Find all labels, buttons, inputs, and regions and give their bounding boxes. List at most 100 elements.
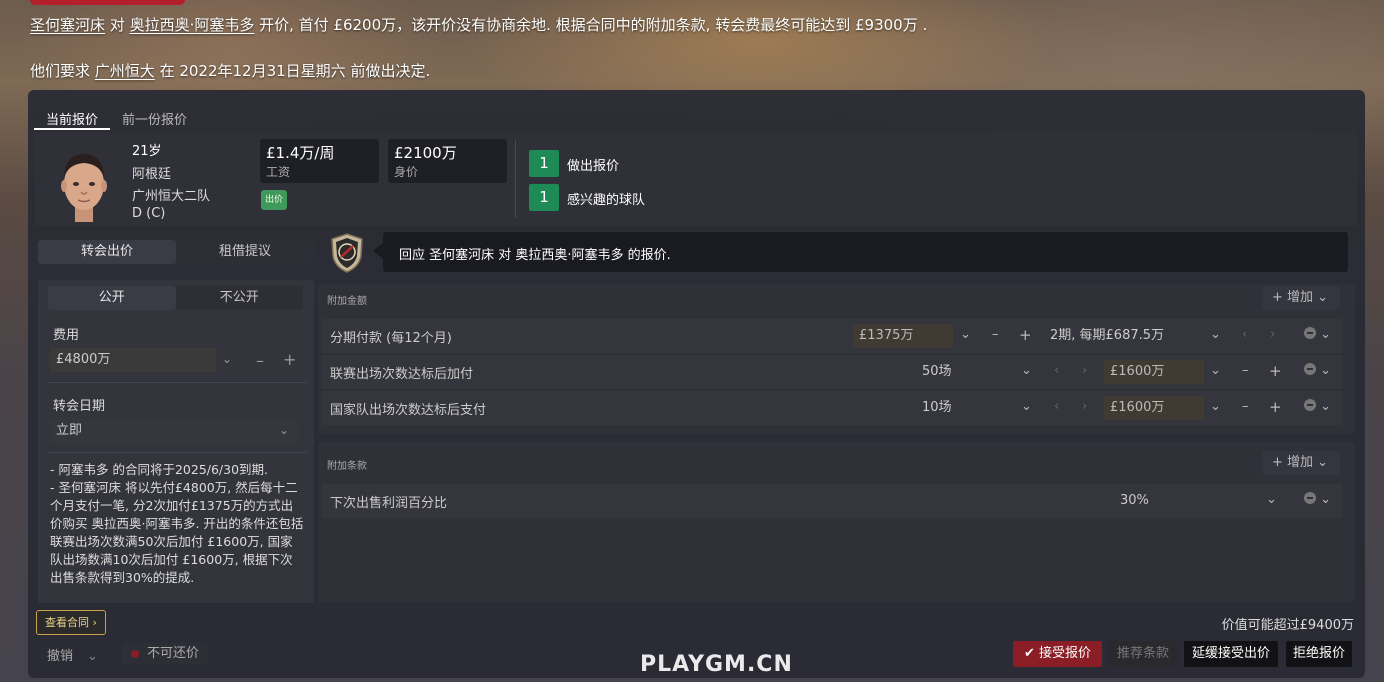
offer-headline: 圣何塞河床 对 奥拉西奥·阿塞韦多 开价, 首付 £6200万，该开价没有协商余… — [30, 14, 927, 35]
plus-icon: + — [1272, 290, 1288, 305]
summary-line-terms: - 圣何塞河床 将以先付£4800万, 然后每十二个月支付一笔, 分2次加付£1… — [50, 480, 304, 585]
market-value-label: 身价 — [394, 165, 419, 179]
schedule-chevron-icon[interactable]: ⌄ — [1210, 327, 1221, 342]
transfer-offer-option[interactable]: 转会出价 — [38, 240, 176, 264]
remove-installment-icon[interactable]: ⌄ — [1304, 327, 1331, 342]
league-amount-chevron-icon[interactable]: ⌄ — [1210, 363, 1221, 378]
intl-amount-minus-icon[interactable]: – — [1242, 399, 1249, 414]
undo-dropdown[interactable]: 撤销 ⌄ — [47, 645, 98, 664]
league-apps-prev-icon[interactable]: ‹ — [1054, 363, 1059, 378]
tab-current-offer[interactable]: 当前报价 — [34, 106, 111, 130]
add-fee-button[interactable]: + 增加 ⌄ — [1262, 286, 1340, 310]
intl-amount-plus-icon[interactable]: + — [1269, 398, 1282, 416]
league-apps-amount-input[interactable]: £1600万 — [1104, 360, 1204, 384]
installment-plus-icon[interactable]: + — [1019, 326, 1032, 344]
remove-league-fee-icon[interactable]: ⌄ — [1304, 363, 1331, 378]
summary-line-contract: - 阿塞韦多 的合同将于2025/6/30到期. — [50, 462, 269, 477]
intl-apps-next-icon[interactable]: › — [1082, 399, 1087, 414]
player-nation[interactable]: 阿根廷 — [132, 163, 171, 182]
deadline-text: 在 2022年12月31日星期六 前做出决定. — [154, 62, 431, 80]
fee-plus-icon[interactable]: + — [283, 350, 296, 369]
left-divider-1 — [47, 382, 307, 383]
add-clauses-section — [318, 442, 1355, 602]
transfer-date-label: 转会日期 — [53, 399, 106, 414]
public-option[interactable]: 公开 — [48, 286, 176, 310]
player-name-link[interactable]: 奥拉西奥·阿塞韦多 — [130, 16, 255, 34]
deadline-line: 他们要求 广州恒大 在 2022年12月31日星期六 前做出决定. — [30, 60, 430, 81]
view-contract-button[interactable]: 查看合同 › — [36, 610, 106, 635]
left-divider-2 — [47, 452, 307, 453]
date-dropdown-chevron-icon[interactable]: ⌄ — [279, 423, 289, 437]
remove-intl-fee-icon[interactable]: ⌄ — [1304, 399, 1331, 414]
offer-summary: - 阿塞韦多 的合同将于2025/6/30到期. - 圣何塞河床 将以先付£48… — [50, 461, 305, 587]
intl-apps-chevron-icon[interactable]: ⌄ — [1021, 399, 1032, 414]
installment-schedule-select[interactable]: 2期, 每期£687.5万 — [1042, 324, 1222, 348]
own-club-link[interactable]: 广州恒大 — [95, 62, 155, 80]
installment-amount-chevron-icon[interactable]: ⌄ — [960, 327, 971, 342]
league-apps-next-icon[interactable]: › — [1082, 363, 1087, 378]
league-apps-select[interactable]: 50场 — [914, 360, 1034, 384]
chevron-down-icon: ⌄ — [87, 649, 98, 664]
fee-label: 费用 — [53, 328, 80, 343]
schedule-next-icon[interactable]: › — [1270, 327, 1275, 342]
player-card — [35, 133, 1357, 226]
chevron-down-icon: ⌄ — [1313, 455, 1329, 470]
wage-value: £1.4万/周 — [266, 144, 335, 162]
headline-details: 开价, 首付 £6200万，该开价没有协商余地. 根据合同中的附加条款, 转会费… — [254, 16, 928, 34]
message-text: 回应 圣何塞河床 对 奥拉西奥·阿塞韦多 的报价. — [399, 248, 671, 263]
watermark: PLAYGM.CN — [640, 652, 793, 677]
suggest-terms-button[interactable]: 推荐条款 — [1108, 641, 1178, 667]
top-accent-bar — [30, 0, 185, 5]
offers-count-badge: 1 — [529, 150, 559, 177]
sell-on-percentage-select[interactable]: 30% — [1112, 489, 1282, 513]
accept-offer-button[interactable]: ✔ 接受报价 — [1013, 641, 1102, 667]
buying-club-link[interactable]: 圣何塞河床 — [30, 16, 105, 34]
intl-apps-amount-input[interactable]: £1600万 — [1104, 396, 1204, 420]
headline-vs: 对 — [105, 16, 130, 34]
loan-offer-option[interactable]: 租借提议 — [176, 240, 314, 264]
offer-type-toggle: 转会出价 租借提议 — [38, 240, 314, 264]
private-option[interactable]: 不公开 — [176, 286, 304, 310]
intl-apps-select[interactable]: 10场 — [914, 396, 1034, 420]
league-amount-minus-icon[interactable]: – — [1242, 363, 1249, 378]
fee-input[interactable]: £4800万 — [50, 348, 216, 372]
player-age: 21岁 — [132, 144, 162, 159]
add-clause-button[interactable]: + 增加 ⌄ — [1262, 451, 1340, 475]
player-team[interactable]: 广州恒大二队 — [132, 185, 210, 204]
offer-status-badge: 出价 — [261, 190, 291, 214]
remove-clause-icon[interactable]: ⌄ — [1304, 492, 1331, 507]
intl-amount-chevron-icon[interactable]: ⌄ — [1210, 399, 1221, 414]
intl-apps-label: 国家队出场次数达标后支付 — [330, 403, 487, 418]
club-crest-icon[interactable] — [329, 232, 365, 274]
installment-minus-icon[interactable]: – — [992, 327, 999, 342]
add-clause-label: 增加 — [1287, 455, 1314, 470]
player-avatar[interactable] — [55, 148, 113, 222]
visibility-toggle: 公开 不公开 — [48, 286, 303, 310]
league-apps-chevron-icon[interactable]: ⌄ — [1021, 363, 1032, 378]
sell-on-chevron-icon[interactable]: ⌄ — [1266, 492, 1277, 507]
transfer-date-select[interactable]: 立即 — [50, 419, 298, 443]
fee-minus-icon[interactable]: – — [256, 351, 264, 370]
interested-count-label: 感兴趣的球队 — [567, 193, 646, 208]
reject-offer-button[interactable]: 拒绝报价 — [1286, 641, 1352, 667]
card-divider — [515, 140, 516, 218]
installments-label: 分期付款 (每12个月) — [330, 331, 452, 346]
delay-decision-button[interactable]: 延缓接受出价 — [1184, 641, 1278, 667]
wage-label: 工资 — [266, 165, 291, 179]
view-contract-label: 查看合同 — [45, 616, 89, 629]
wage-box: £1.4万/周 工资 — [260, 139, 379, 183]
chevron-right-icon: › — [89, 616, 97, 629]
fee-dropdown-chevron-icon[interactable]: ⌄ — [222, 352, 232, 366]
league-amount-plus-icon[interactable]: + — [1269, 362, 1282, 380]
intl-apps-prev-icon[interactable]: ‹ — [1054, 399, 1059, 414]
offer-tabs: 当前报价 前一份报价 — [34, 106, 199, 130]
market-value: £2100万 — [394, 144, 457, 162]
league-apps-label: 联赛出场次数达标后加付 — [330, 367, 474, 382]
check-icon: ✔ — [1023, 646, 1039, 661]
chevron-down-icon: ⌄ — [1313, 290, 1329, 305]
schedule-prev-icon[interactable]: ‹ — [1242, 327, 1247, 342]
installment-amount-input[interactable]: £1375万 — [853, 324, 953, 348]
non-negotiable-indicator: 不可还价 — [122, 643, 208, 665]
tab-previous-offer[interactable]: 前一份报价 — [110, 106, 199, 130]
message-bubble: 回应 圣何塞河床 对 奥拉西奥·阿塞韦多 的报价. — [373, 232, 1348, 272]
